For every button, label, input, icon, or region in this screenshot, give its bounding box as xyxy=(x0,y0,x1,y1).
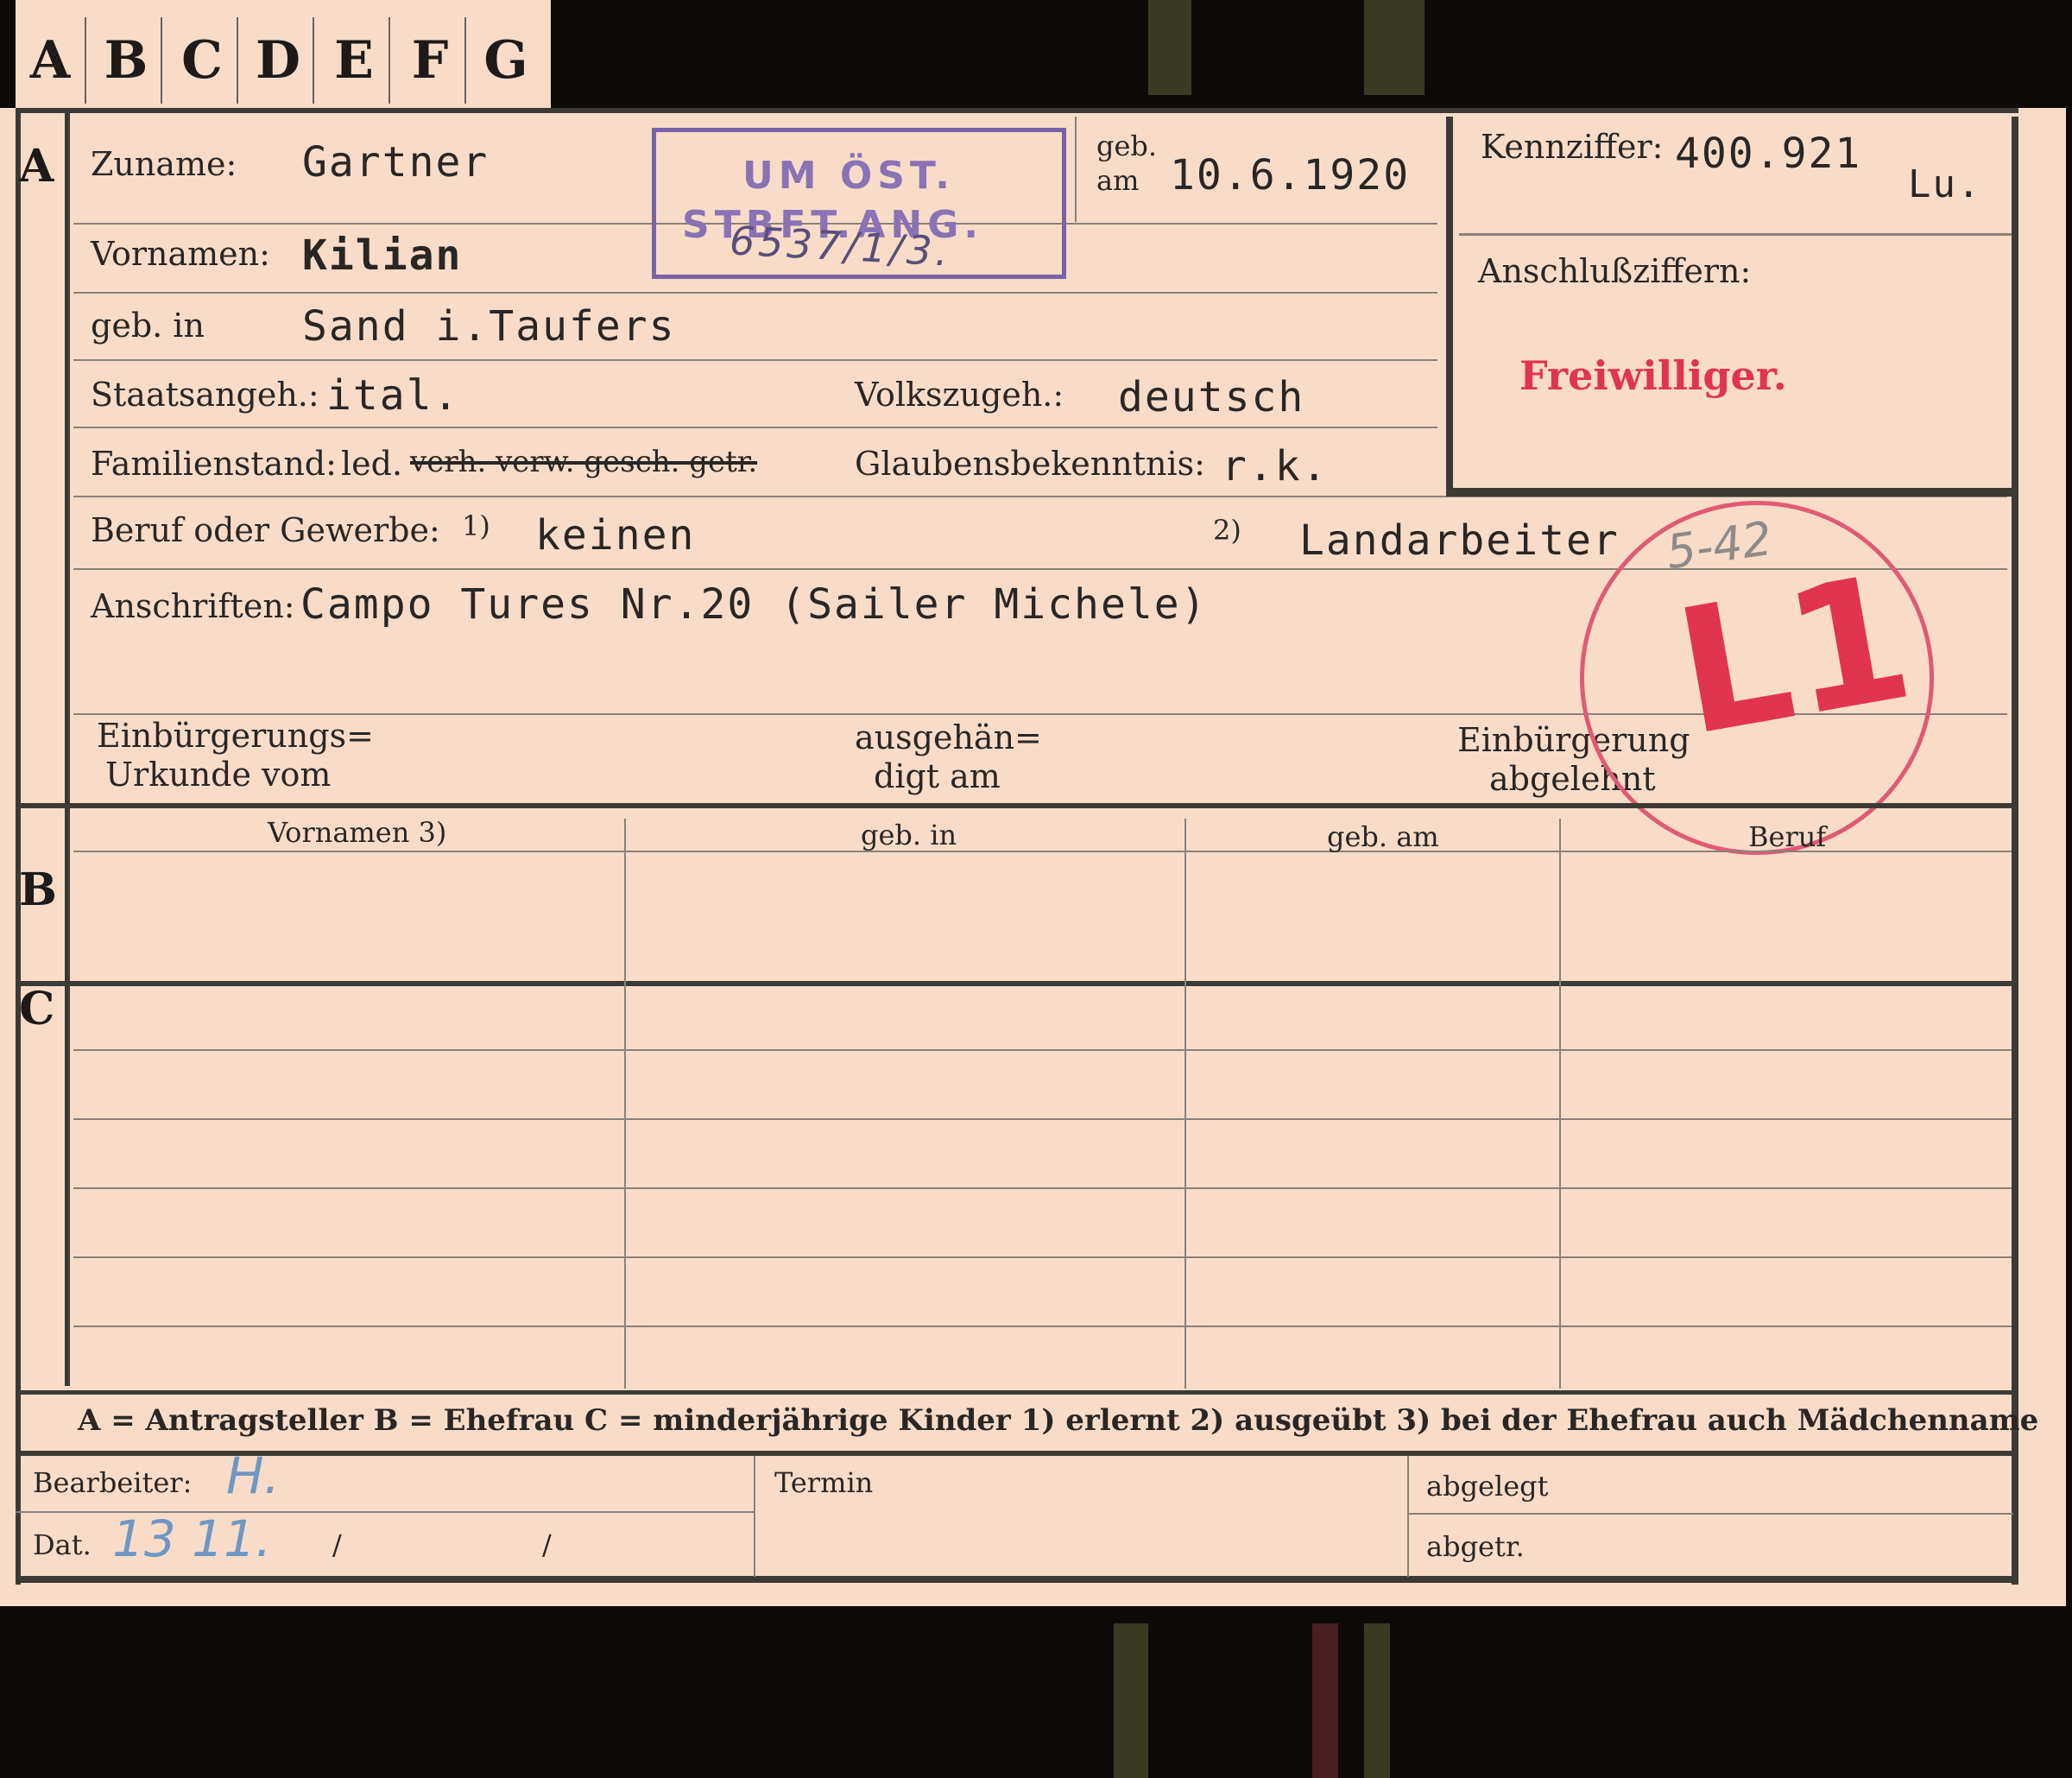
zuname-value: Gartner xyxy=(302,138,490,187)
row-line xyxy=(73,1118,2012,1120)
bearbeiter-initial: H. xyxy=(226,1446,281,1505)
vornamen-value: Kilian xyxy=(302,231,463,280)
tab-d: D xyxy=(243,17,314,104)
row-line xyxy=(73,427,1437,428)
dat-label: Dat. xyxy=(33,1528,92,1561)
anschlussziffern-label: Anschlußziffern: xyxy=(1478,252,1752,290)
abgelegt-label: abgelegt xyxy=(1426,1470,1549,1503)
volkszugeh-value: deutsch xyxy=(1118,373,1305,421)
einbuergerungs-label-2: Urkunde vom xyxy=(105,756,332,794)
section-b-top xyxy=(16,803,2014,808)
col-header-vornamen: Vornamen 3) xyxy=(268,816,447,849)
vornamen-label: Vornamen: xyxy=(91,235,270,273)
einbuergerungs-label-1: Einbürgerungs= xyxy=(97,717,374,755)
dat-slash-1: / xyxy=(332,1528,342,1561)
section-a-marker: A xyxy=(19,140,54,193)
section-c-marker: C xyxy=(19,983,55,1035)
row-line xyxy=(73,1256,2012,1258)
background-bar xyxy=(1148,0,1191,95)
tab-e: E xyxy=(319,17,390,104)
background-bar xyxy=(1364,0,1424,95)
frame-bottom xyxy=(16,1576,2018,1583)
tab-g: G xyxy=(483,30,528,91)
familienstand-struck-options: verh. verw. gesch. getr. xyxy=(410,445,758,479)
geb-label: geb. xyxy=(1096,130,1158,162)
background-bar xyxy=(1312,1623,1338,1778)
row-line xyxy=(73,1049,2012,1051)
kennziffer-label: Kennziffer: xyxy=(1481,128,1664,166)
kennziffer-box-left xyxy=(1446,117,1453,497)
dat-slash-2: / xyxy=(542,1528,552,1561)
table-header-line xyxy=(73,851,2012,852)
zuname-label: Zuname: xyxy=(91,145,237,183)
tab-f: F xyxy=(395,17,466,104)
legend: A = Antragsteller B = Ehefrau C = minder… xyxy=(78,1403,2039,1438)
col-header-beruf: Beruf xyxy=(1748,820,1827,853)
kennziffer-value: 400.921 xyxy=(1675,130,1862,178)
termin-label: Termin xyxy=(774,1466,874,1499)
footer-divider xyxy=(1407,1456,1409,1577)
anschriften-label: Anschriften: xyxy=(91,587,295,625)
freiwilliger-stamp: Freiwilliger. xyxy=(1519,352,1787,399)
letter-tab-strip: A B C D E F G xyxy=(16,0,551,108)
frame-right xyxy=(2012,117,2018,1585)
frame-left xyxy=(16,108,21,1585)
familienstand-led: led. xyxy=(341,445,403,483)
glaubensbekenntnis-label: Glaubensbekenntnis: xyxy=(855,445,1205,483)
row-line xyxy=(73,292,1437,294)
col-divider xyxy=(1559,819,1561,1389)
footnote-1-marker: 1) xyxy=(462,509,490,542)
section-c-top xyxy=(16,981,2014,986)
circle-stamp-code: L1 xyxy=(1663,536,1925,775)
col-header-geb-in: geb. in xyxy=(861,819,957,851)
beruf-ausgeuebt-value: Landarbeiter xyxy=(1299,516,1620,565)
abgetr-label: abgetr. xyxy=(1426,1530,1525,1563)
staatsangeh-label: Staatsangeh.: xyxy=(91,376,319,414)
beruf-label: Beruf oder Gewerbe: xyxy=(91,511,440,549)
dat-handwritten: 13 11. xyxy=(112,1509,272,1568)
col-divider xyxy=(624,819,626,1389)
col-divider xyxy=(1184,819,1186,1389)
beruf-erlernt-value: keinen xyxy=(535,511,696,560)
row-line xyxy=(73,1326,2012,1327)
row-line xyxy=(73,359,1437,361)
col-header-geb-am: geb. am xyxy=(1327,820,1439,853)
bearbeiter-label: Bearbeiter: xyxy=(33,1466,193,1499)
tab-c: C xyxy=(167,17,238,104)
footnote-2-marker: 2) xyxy=(1213,514,1241,547)
kennziffer-line xyxy=(1459,233,2012,236)
stamp-line-1: UM ÖST. xyxy=(742,154,955,198)
background-bar xyxy=(1114,1623,1148,1778)
familienstand-label: Familienstand: xyxy=(91,445,337,483)
kennziffer-box-bottom xyxy=(1446,488,2012,497)
section-b-marker: B xyxy=(19,864,57,916)
tab-a: A xyxy=(16,17,86,104)
geb-in-value: Sand i.Taufers xyxy=(302,302,676,351)
kennziffer-suffix: Lu. xyxy=(1908,162,1982,206)
frame-top xyxy=(16,108,2018,113)
row-line xyxy=(73,1187,2012,1189)
footer-line xyxy=(1409,1513,2013,1515)
anschrift-value: Campo Tures Nr.20 (Sailer Michele) xyxy=(300,580,1208,629)
glaubensbekenntnis-value: r.k. xyxy=(1222,442,1329,490)
legend-bottom xyxy=(16,1451,2014,1456)
background-bar xyxy=(1364,1623,1390,1778)
ausgehaen-label-2: digt am xyxy=(874,757,1001,795)
volkszugeh-label: Volkszugeh.: xyxy=(855,376,1064,414)
am-label: am xyxy=(1096,164,1140,197)
staatsangeh-value: ital. xyxy=(326,371,460,420)
geb-in-label: geb. in xyxy=(91,307,205,345)
geb-divider xyxy=(1075,117,1077,222)
geb-am-value: 10.6.1920 xyxy=(1170,151,1411,199)
legend-top xyxy=(16,1390,2014,1395)
section-divider-vertical xyxy=(65,108,70,1386)
tab-b: B xyxy=(92,17,162,104)
ausgehaen-label-1: ausgehän= xyxy=(855,718,1042,756)
footer-divider xyxy=(754,1456,755,1577)
